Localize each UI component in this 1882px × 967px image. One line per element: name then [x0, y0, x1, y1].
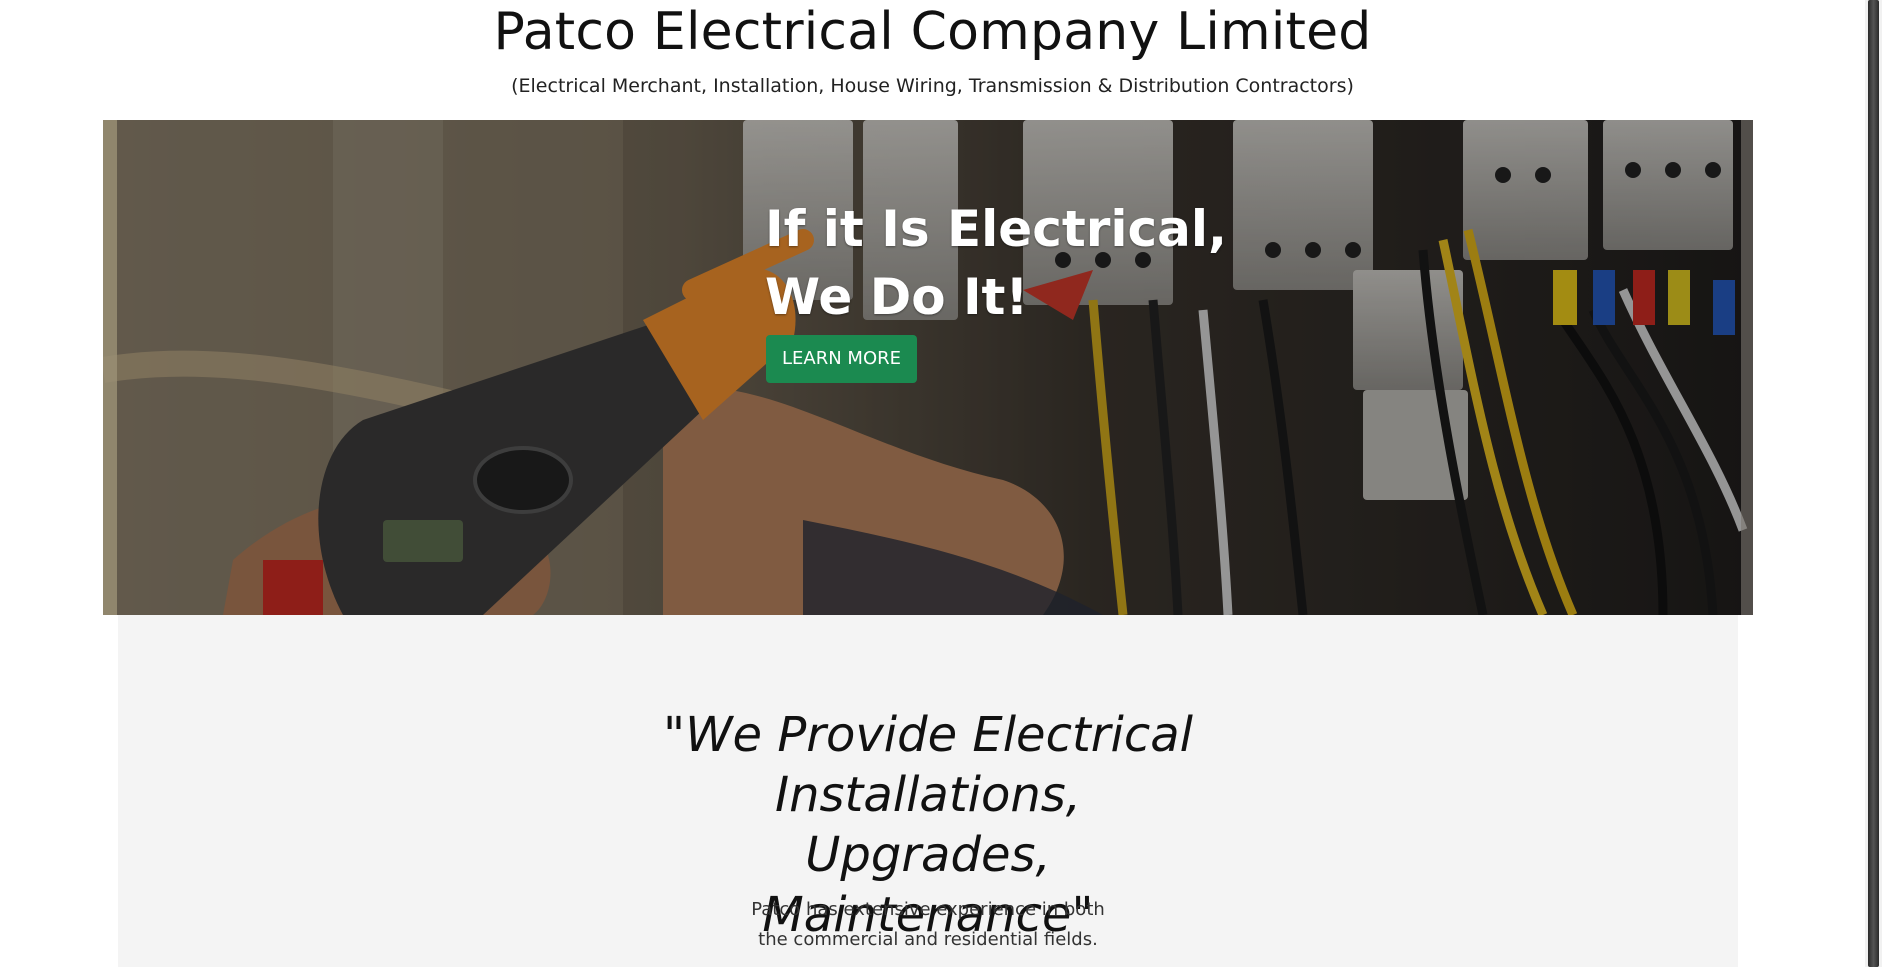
scrollbar-thumb[interactable]	[1868, 0, 1879, 967]
hero-heading-line2: We Do It!	[765, 268, 1029, 326]
about-section: "We Provide Electrical Installations, Up…	[118, 615, 1738, 967]
page-scrollbar[interactable]	[1865, 0, 1882, 967]
hero-heading-line1: If it Is Electrical,	[765, 200, 1228, 258]
company-title: Patco Electrical Company Limited	[493, 2, 1372, 62]
hero-heading: If it Is Electrical, We Do It!	[765, 195, 1227, 331]
learn-more-button[interactable]: LEARN MORE	[766, 335, 917, 383]
about-text: Patco has extensive experience in both t…	[751, 899, 1105, 950]
site-header: Patco Electrical Company Limited (Electr…	[0, 0, 1865, 120]
company-subtitle: (Electrical Merchant, Installation, Hous…	[511, 75, 1354, 97]
hero-banner: If it Is Electrical, We Do It! LEARN MOR…	[103, 120, 1753, 615]
